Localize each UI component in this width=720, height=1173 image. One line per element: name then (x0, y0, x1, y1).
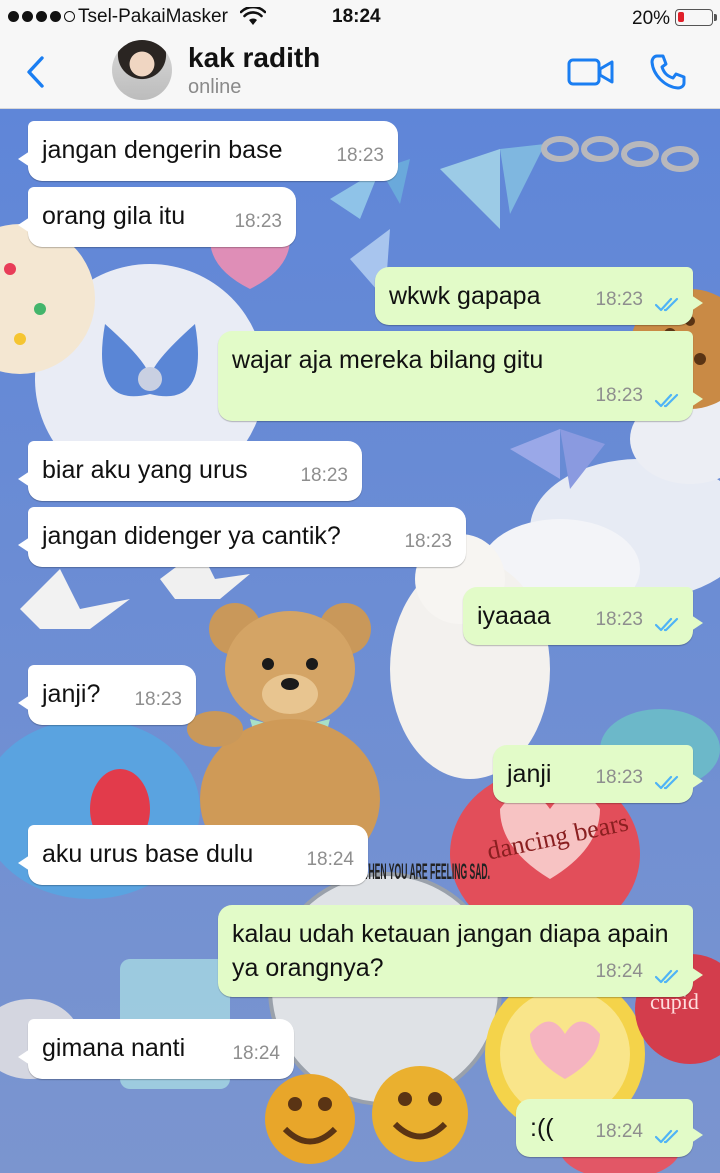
outgoing-message-bubble[interactable]: iyaaaa 18:23 (463, 587, 703, 645)
outgoing-message-bubble[interactable]: wkwk gapapa 18:23 (375, 267, 703, 325)
read-receipt-icon (655, 969, 679, 984)
read-receipt-icon (655, 393, 679, 408)
incoming-message-bubble[interactable]: orang gila itu 18:23 (18, 187, 296, 247)
contact-name[interactable]: kak radith (188, 42, 320, 74)
signal-strength-icon (8, 11, 75, 22)
incoming-message-bubble[interactable]: jangan didenger ya cantik? 18:23 (18, 507, 466, 567)
incoming-message-bubble[interactable]: biar aku yang urus 18:23 (18, 441, 362, 501)
bubble-tail (18, 537, 30, 553)
incoming-message-bubble[interactable]: jangan dengerin base 18:23 (18, 121, 398, 181)
read-receipt-icon (655, 1129, 679, 1144)
message-text: wkwk gapapa (389, 282, 541, 310)
battery-percent: 20% (632, 8, 671, 29)
message-text: wajar aja mereka bilang gitu (232, 346, 544, 374)
message-text: :(( (530, 1114, 554, 1142)
bubble-tail (18, 151, 30, 167)
status-bar: Tsel-PakaiMasker 18:24 20% (0, 0, 720, 36)
bubble-tail (18, 217, 30, 233)
signal-dot (36, 11, 47, 22)
message-timestamp: 18:23 (134, 689, 182, 710)
bubble-tail (691, 295, 703, 311)
message-timestamp: 18:23 (595, 289, 643, 310)
bubble-tail (691, 967, 703, 983)
bubble-tail (691, 615, 703, 631)
message-timestamp: 18:24 (306, 849, 354, 870)
message-timestamp: 18:23 (300, 465, 348, 486)
message-timestamp: 18:24 (595, 1121, 643, 1142)
bubble-tail (691, 391, 703, 407)
message-timestamp: 18:23 (595, 609, 643, 630)
signal-dot (22, 11, 33, 22)
message-text: aku urus base dulu (42, 840, 254, 868)
message-timestamp: 18:23 (336, 145, 384, 166)
outgoing-message-bubble[interactable]: janji 18:23 (493, 745, 703, 803)
outgoing-message-bubble[interactable]: kalau udah ketauan jangan diapa apain ya… (218, 905, 703, 997)
carrier-name: Tsel-PakaiMasker (78, 6, 228, 27)
message-text: janji? (42, 680, 101, 708)
message-text: jangan dengerin base (42, 136, 283, 164)
bubble-tail (18, 471, 30, 487)
battery-level (678, 12, 685, 22)
message-text: gimana nanti (42, 1034, 186, 1062)
bubble-tail (18, 695, 30, 711)
read-receipt-icon (655, 775, 679, 790)
back-chevron-icon[interactable] (20, 52, 54, 92)
message-timestamp: 18:24 (232, 1043, 280, 1064)
signal-dot (50, 11, 61, 22)
contact-status: online (188, 76, 242, 98)
wifi-icon (240, 7, 266, 25)
signal-dot (8, 11, 19, 22)
incoming-message-bubble[interactable]: gimana nanti 18:24 (18, 1019, 294, 1079)
message-text: janji (507, 760, 552, 788)
bubble-tail (691, 773, 703, 789)
bubble-tail (691, 1127, 703, 1143)
outgoing-message-bubble[interactable]: wajar aja mereka bilang gitu 18:23 (218, 331, 703, 421)
message-timestamp: 18:23 (234, 211, 282, 232)
message-text: orang gila itu (42, 202, 186, 230)
read-receipt-icon (655, 617, 679, 632)
contact-avatar[interactable] (112, 40, 172, 100)
video-call-icon[interactable] (566, 56, 616, 88)
incoming-message-bubble[interactable]: aku urus base dulu 18:24 (18, 825, 368, 885)
outgoing-message-bubble[interactable]: :(( 18:24 (516, 1099, 703, 1157)
message-timestamp: 18:23 (595, 385, 643, 406)
message-text: jangan didenger ya cantik? (42, 522, 341, 550)
bubble-tail (18, 1049, 30, 1065)
incoming-message-bubble[interactable]: janji? 18:23 (18, 665, 196, 725)
message-timestamp: 18:23 (404, 531, 452, 552)
phone-call-icon[interactable] (648, 52, 688, 92)
message-timestamp: 18:23 (595, 767, 643, 788)
chat-header: kak radith online (0, 36, 720, 109)
message-text: iyaaaa (477, 602, 551, 630)
message-text: biar aku yang urus (42, 456, 248, 484)
status-time: 18:24 (332, 6, 381, 27)
signal-dot (64, 11, 75, 22)
battery-icon (675, 9, 717, 26)
read-receipt-icon (655, 297, 679, 312)
chat-area[interactable]: dancing bears SONGS TO LISTEN WHEN YOU A… (0, 109, 720, 1173)
message-timestamp: 18:24 (595, 961, 643, 982)
bubble-tail (18, 855, 30, 871)
